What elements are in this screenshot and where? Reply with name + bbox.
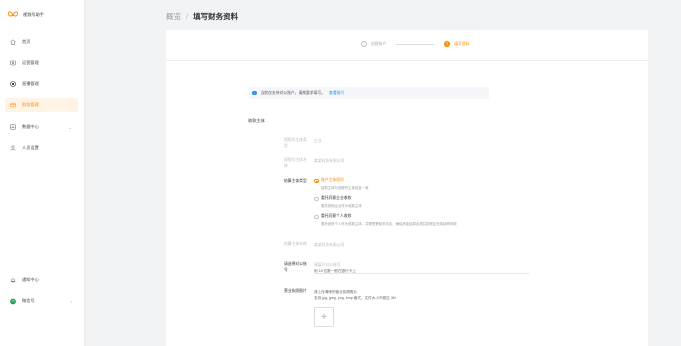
radio-title: 委托同意企业收款 <box>321 196 352 200</box>
account-type-value: 企业 <box>314 139 322 143</box>
user-icon <box>10 145 16 151</box>
bell-icon <box>10 277 16 283</box>
sidebar-item-label: 运营管理 <box>22 60 39 65</box>
breadcrumb-separator: / <box>186 12 189 21</box>
sidebar-item-account[interactable]: 微信号 › <box>5 294 78 308</box>
license-upload-hint: 请上传清晰的营业执照照片 支持 jpg, jpeg, png, bmp 格式，文… <box>314 289 396 301</box>
radio-desc: 委托其他企业作为收款主体 <box>321 204 362 208</box>
radio-unselected-icon[interactable] <box>314 196 319 201</box>
sidebar-item-label: 直播管理 <box>22 81 39 86</box>
page-title: 填写财务资料 <box>193 12 239 21</box>
info-banner: i 当前仅支持对公账户，请按要求填写。 查看指引 <box>249 87 489 99</box>
avatar-icon <box>10 298 16 304</box>
main-card: ✓ 创建账户 2 填写资料 i 当前仅支持对公账户，请按要求填写。 查看指引 收… <box>166 30 648 346</box>
settle-type-label: 结算主体类型 <box>284 179 307 183</box>
radio-selected-icon[interactable] <box>314 178 319 183</box>
upload-button[interactable]: + <box>314 307 334 327</box>
chevron-down-icon: ⌄ <box>68 124 72 130</box>
app-title: 视频号助手 <box>23 12 44 17</box>
sidebar-item-label: 数据中心 <box>22 124 39 129</box>
section-title: 收款主体 <box>248 118 265 123</box>
settle-name-value: 某某科技有限公司 <box>314 243 345 247</box>
sidebar-item-people[interactable]: 人员设置 <box>5 141 78 155</box>
settle-name-label: 结算主体名称 <box>284 242 307 246</box>
sidebar-item-label: 微信号 <box>22 298 35 303</box>
upload-hint-line2: 支持 jpg, jpeg, png, bmp 格式，文件大小不超过 3M <box>314 296 396 300</box>
divider <box>166 60 648 61</box>
chevron-right-icon: › <box>70 298 72 304</box>
step-2-icon: 2 <box>444 41 451 47</box>
guide-link[interactable]: 查看指引 <box>329 91 344 96</box>
license-upload-label: 营业执照图片 <box>284 289 307 293</box>
butterfly-logo-icon <box>8 11 18 17</box>
ops-icon <box>10 60 16 66</box>
chart-icon <box>10 124 16 130</box>
app-logo[interactable]: 视频号助手 <box>8 10 44 20</box>
sidebar-item-live[interactable]: 直播管理 <box>5 77 78 91</box>
account-name-label: 视频号主体名称 <box>284 158 307 168</box>
sidebar-item-home[interactable]: 首页 <box>5 35 78 49</box>
radio-desc: 委托其他个人作为收款主体，并需签署相关协议，确保资金结算合规并按规定完成纳税申报 <box>321 222 457 226</box>
bank-account-input[interactable]: 请填写对公账号 例 18 位数一般在银行卡上 <box>314 261 529 274</box>
breadcrumb: 概览 / 填写财务资料 <box>166 11 238 22</box>
live-icon <box>10 81 16 87</box>
step-indicator: ✓ 创建账户 2 填写资料 <box>361 41 469 47</box>
sidebar-item-data[interactable]: 数据中心 ⌄ <box>5 120 78 134</box>
sidebar-item-notifications[interactable]: 通知中心 <box>5 273 78 287</box>
sidebar: 视频号助手 首页 运营管理 直播管理 财务管理 数据中心 ⌄ 人员设置 通知中心… <box>0 0 85 346</box>
step-1-label: 创建账户 <box>371 41 387 46</box>
sidebar-item-label: 通知中心 <box>22 277 39 282</box>
bank-account-label: 请选择对公账号 <box>284 262 307 272</box>
radio-desc: 结算主体与视频号主体信息一致 <box>321 186 369 190</box>
account-type-label: 视频号主体类型 <box>284 138 307 148</box>
step-connector <box>396 43 435 45</box>
step-1-icon: ✓ <box>361 41 367 47</box>
radio-title: 账户主体相同 <box>321 178 344 182</box>
info-icon: i <box>252 90 257 96</box>
breadcrumb-parent[interactable]: 概览 <box>166 11 181 22</box>
plus-icon: + <box>321 311 327 323</box>
sidebar-item-finance[interactable]: 财务管理 <box>5 98 78 112</box>
sidebar-item-label: 人员设置 <box>22 145 39 150</box>
sidebar-item-label: 首页 <box>22 39 31 44</box>
sidebar-item-ops[interactable]: 运营管理 <box>5 56 78 70</box>
info-text: 当前仅支持对公账户，请按要求填写。 <box>260 90 326 95</box>
bank-account-placeholder: 请填写对公账号 <box>314 263 341 267</box>
bank-account-hint: 例 18 位数一般在银行卡上 <box>314 269 356 273</box>
step-2-label: 填写资料 <box>454 41 470 46</box>
home-icon <box>10 39 16 45</box>
account-name-value: 某某科技有限公司 <box>314 159 345 163</box>
radio-unselected-icon[interactable] <box>314 214 319 219</box>
radio-title: 委托同意个人收款 <box>321 214 352 218</box>
sidebar-item-label: 财务管理 <box>22 102 39 107</box>
finance-icon <box>10 102 16 108</box>
